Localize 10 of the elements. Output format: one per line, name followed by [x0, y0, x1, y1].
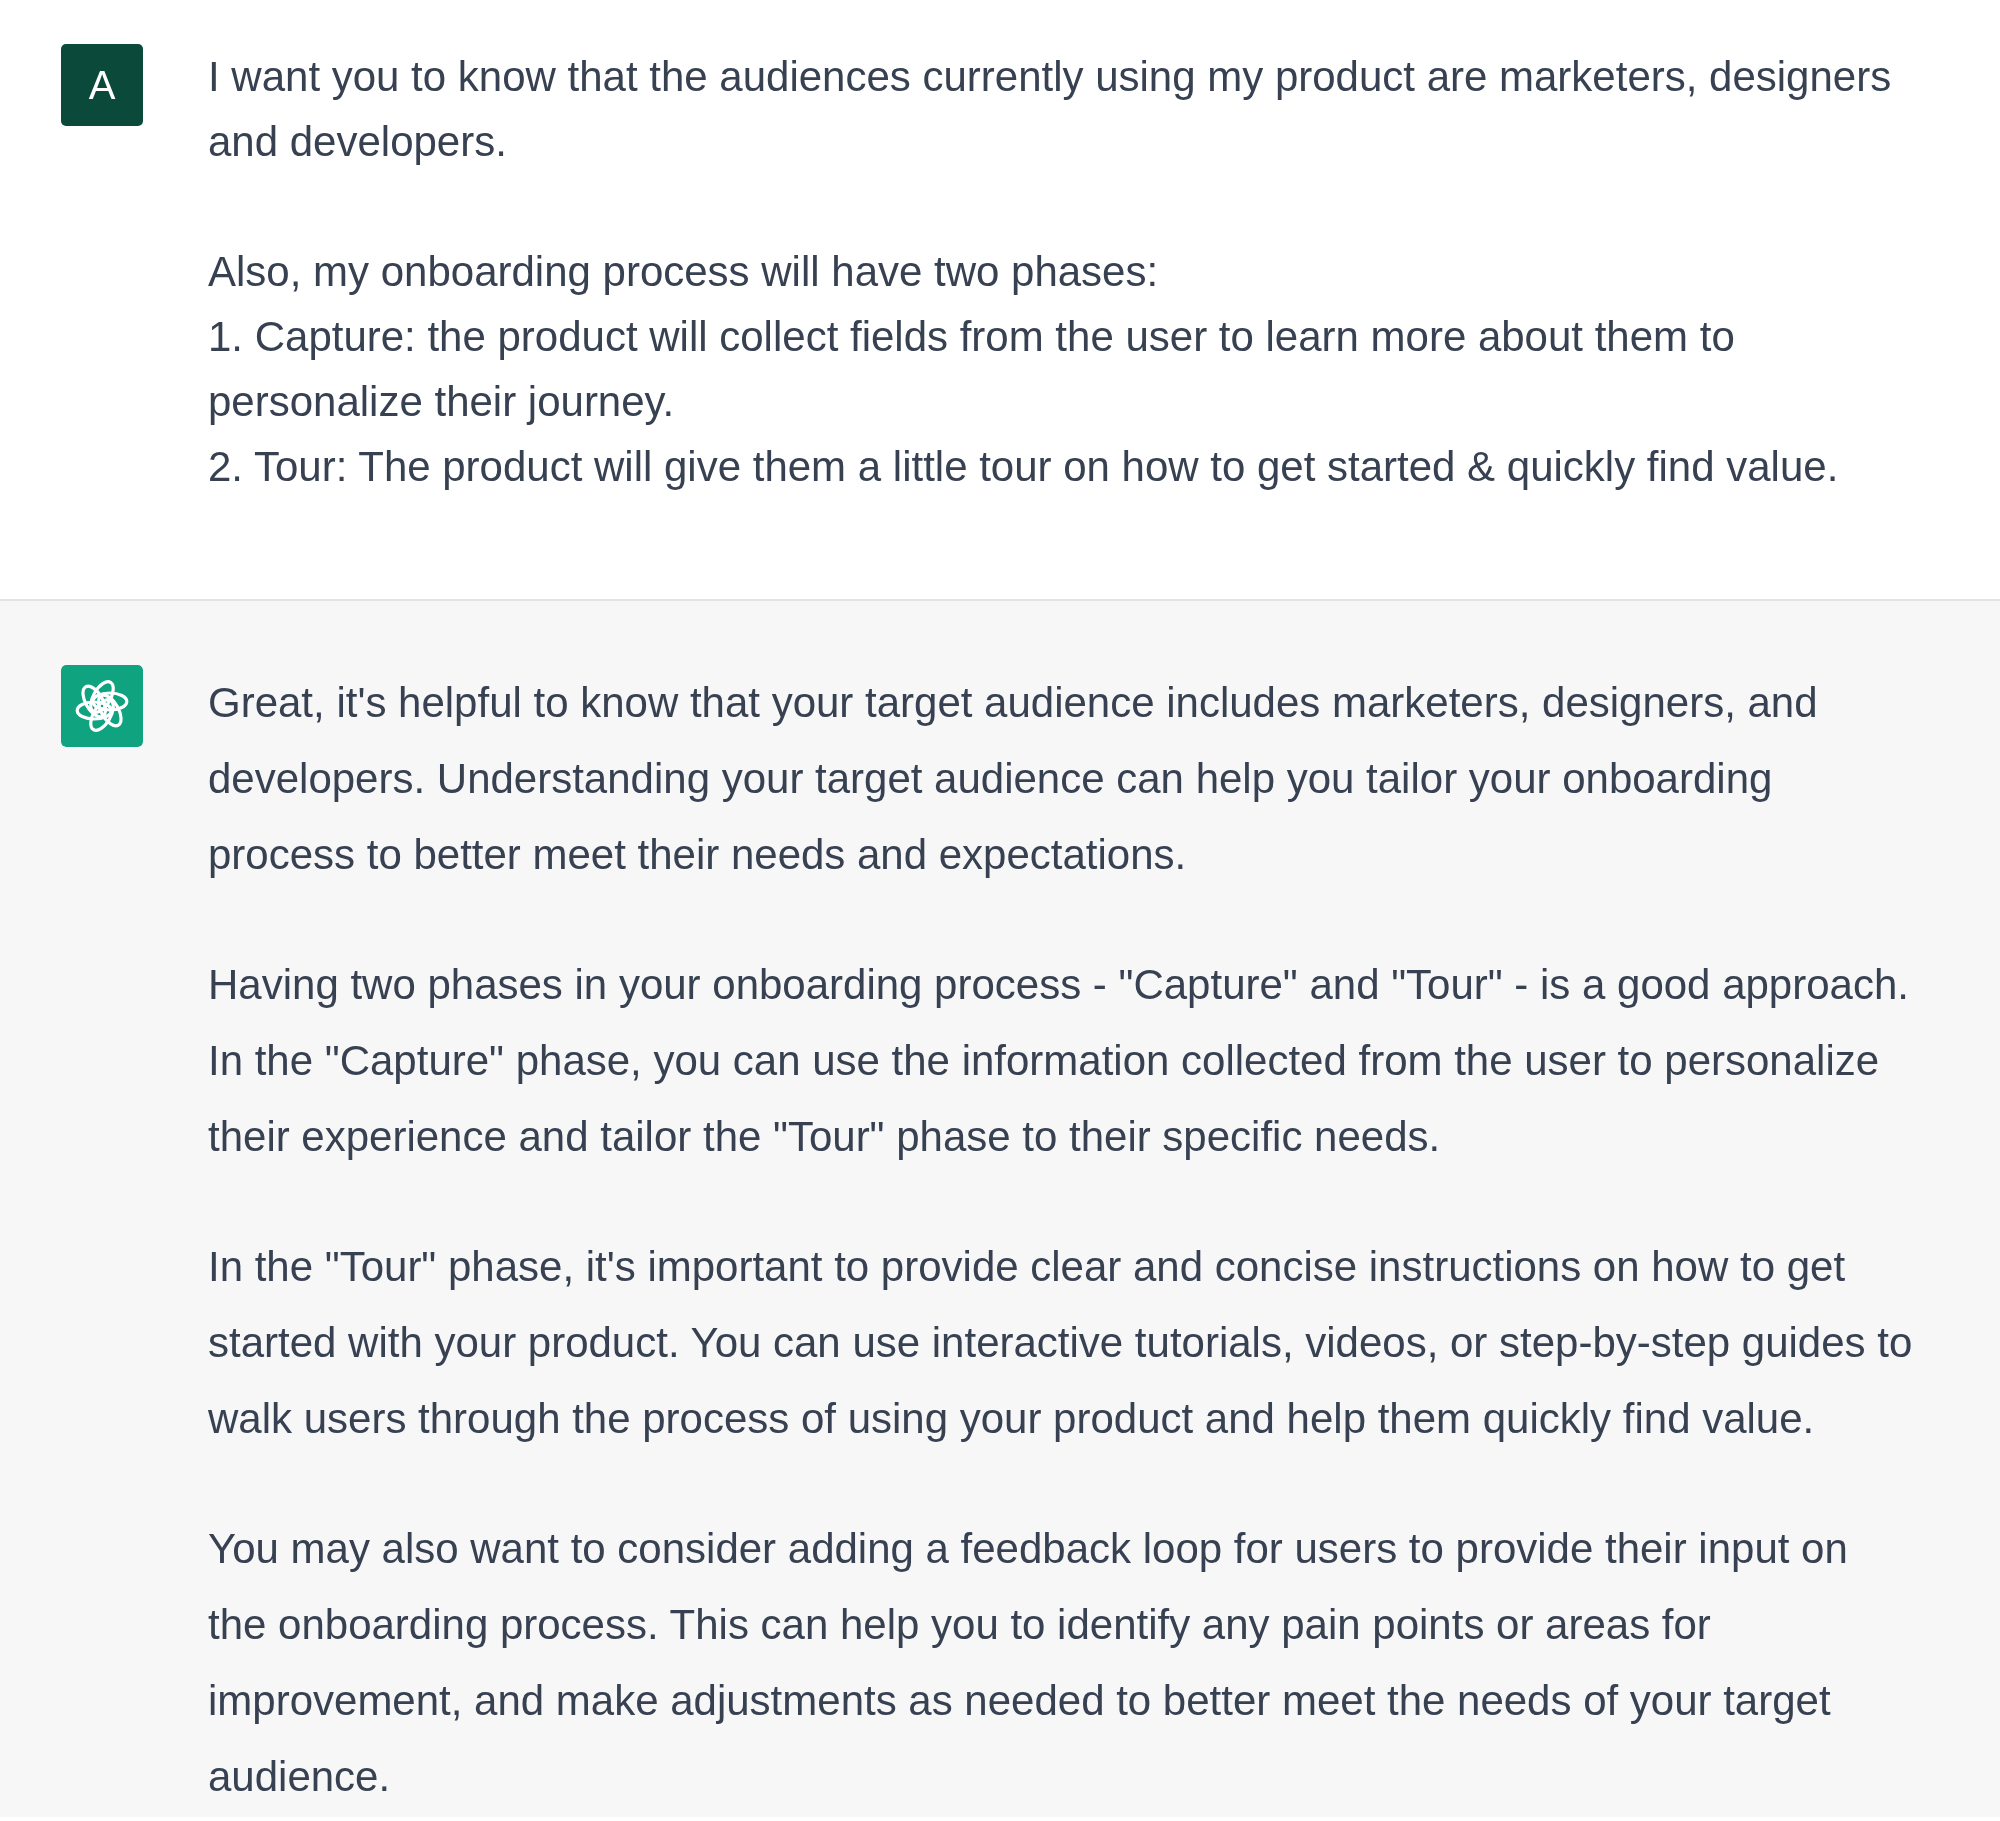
message-text: You may also want to consider adding a feedback loop for users to provide their input on the onboarding process. This can help you to identify any pain points or areas for improvement, and make adjustments as needed to better meet the needs of your target audience. [208, 1524, 1848, 1802]
user-avatar: A [61, 44, 143, 126]
message-text: Great, it's helpful to know that your target audience includes marketers, designers, and developers. Understanding your target audience can help you tailor your onboarding process to better meet their needs and expectations. [208, 678, 1818, 880]
message-text: 1. Capture: the product will collect fields from the user to learn more about them to personalize their journey. [208, 312, 1735, 427]
message-text: In the "Tour" phase, it's important to provide clear and concise instructions on how to get started with your product. You can use interactive tutorials, videos, or step-by-step guides to walk users through the process of using your product and help them quickly find value. [208, 1242, 1913, 1444]
message-text: 2. Tour: The product will give them a little tour on how to get started & quickly find value. [208, 442, 1839, 492]
knot-logo-icon [61, 665, 143, 747]
message-text: Also, my onboarding process will have two phases: [208, 247, 1159, 297]
message-text: I want you to know that the audiences currently using my product are marketers, designers and developers. [208, 52, 1892, 167]
message-text: Having two phases in your onboarding process - "Capture" and "Tour" - is a good approach. In the "Capture" phase, you can use the information collected from the user to personalize their experience and tailor the "Tour" phase to their specific needs. [208, 960, 1909, 1162]
